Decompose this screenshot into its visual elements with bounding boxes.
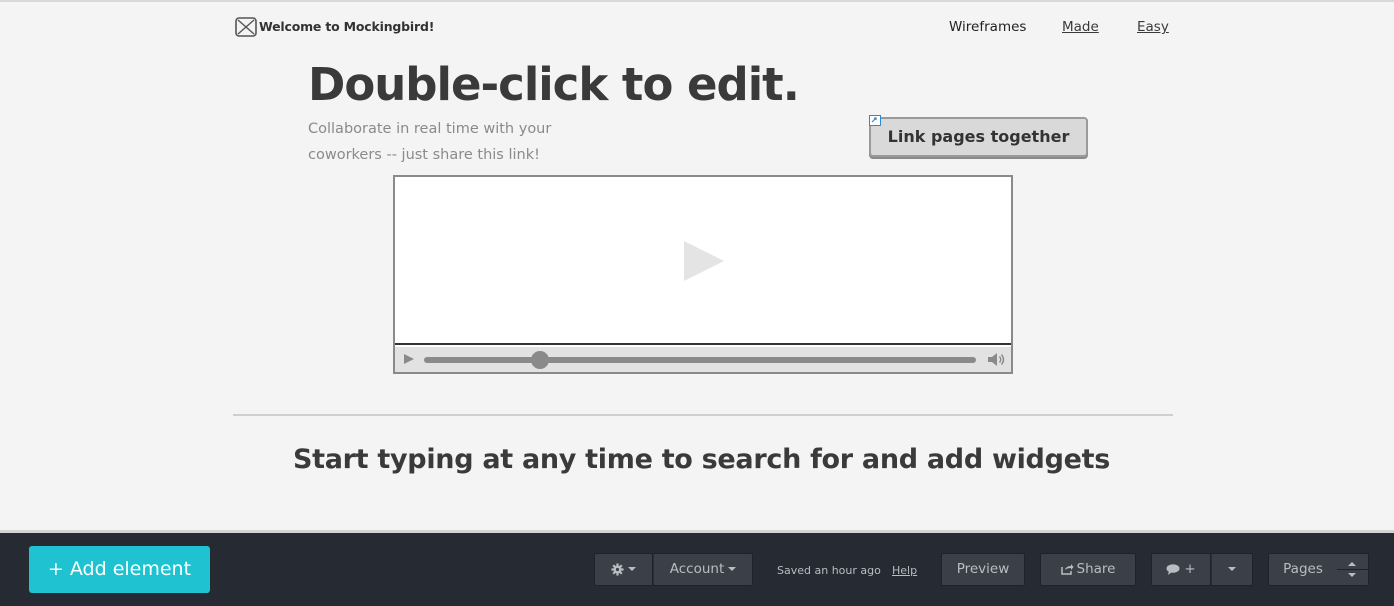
- volume-icon[interactable]: [987, 352, 1007, 367]
- gear-icon: [611, 562, 624, 576]
- link-pages-button[interactable]: Link pages together: [869, 117, 1088, 157]
- chevron-down-icon: [728, 567, 737, 571]
- page-headline[interactable]: Double-click to edit.: [308, 58, 800, 111]
- horizontal-divider[interactable]: [233, 414, 1173, 416]
- nav-link-made[interactable]: Made: [1062, 19, 1099, 35]
- account-label: Account: [669, 561, 725, 577]
- chevron-down-icon: [1228, 567, 1236, 571]
- share-button[interactable]: Share: [1040, 553, 1136, 586]
- bottom-toolbar: + Add element Account Saved an hour ago …: [0, 533, 1394, 606]
- play-icon[interactable]: [682, 239, 726, 283]
- video-controls: [395, 347, 1011, 372]
- site-title: Welcome to Mockingbird!: [259, 19, 435, 34]
- save-status: Saved an hour ago: [777, 564, 881, 577]
- play-icon[interactable]: [403, 353, 415, 365]
- video-progress-track[interactable]: [424, 357, 976, 363]
- nav-link-wireframes[interactable]: Wireframes: [949, 19, 1026, 35]
- preview-button[interactable]: Preview: [941, 553, 1025, 586]
- video-scrubber-handle[interactable]: [530, 351, 549, 369]
- stepper-divider: [1337, 569, 1368, 570]
- top-border: [0, 0, 1394, 2]
- add-element-button[interactable]: + Add element: [29, 546, 210, 593]
- share-icon: [1060, 564, 1074, 575]
- comment-icon: [1166, 563, 1180, 575]
- pages-button[interactable]: Pages: [1268, 553, 1338, 586]
- account-dropdown-button[interactable]: Account: [653, 553, 753, 586]
- broken-image-icon: [235, 17, 257, 37]
- pages-stepper[interactable]: [1337, 553, 1369, 586]
- video-player[interactable]: [393, 175, 1013, 374]
- add-comment-button[interactable]: +: [1151, 553, 1211, 586]
- chevron-down-icon[interactable]: [1348, 573, 1356, 577]
- comments-dropdown-button[interactable]: [1211, 553, 1253, 586]
- nav-link-easy[interactable]: Easy: [1137, 19, 1169, 35]
- video-screen[interactable]: [395, 177, 1011, 345]
- share-label: Share: [1076, 561, 1116, 577]
- link-icon[interactable]: [869, 115, 881, 126]
- add-comment-label: +: [1184, 561, 1196, 577]
- search-hint-text[interactable]: Start typing at any time to search for a…: [0, 444, 1394, 475]
- settings-dropdown-button[interactable]: [594, 553, 653, 586]
- chevron-down-icon: [628, 567, 636, 571]
- chevron-up-icon[interactable]: [1348, 562, 1356, 566]
- page-subtext[interactable]: Collaborate in real time with your cowor…: [308, 116, 578, 168]
- help-link[interactable]: Help: [892, 564, 917, 577]
